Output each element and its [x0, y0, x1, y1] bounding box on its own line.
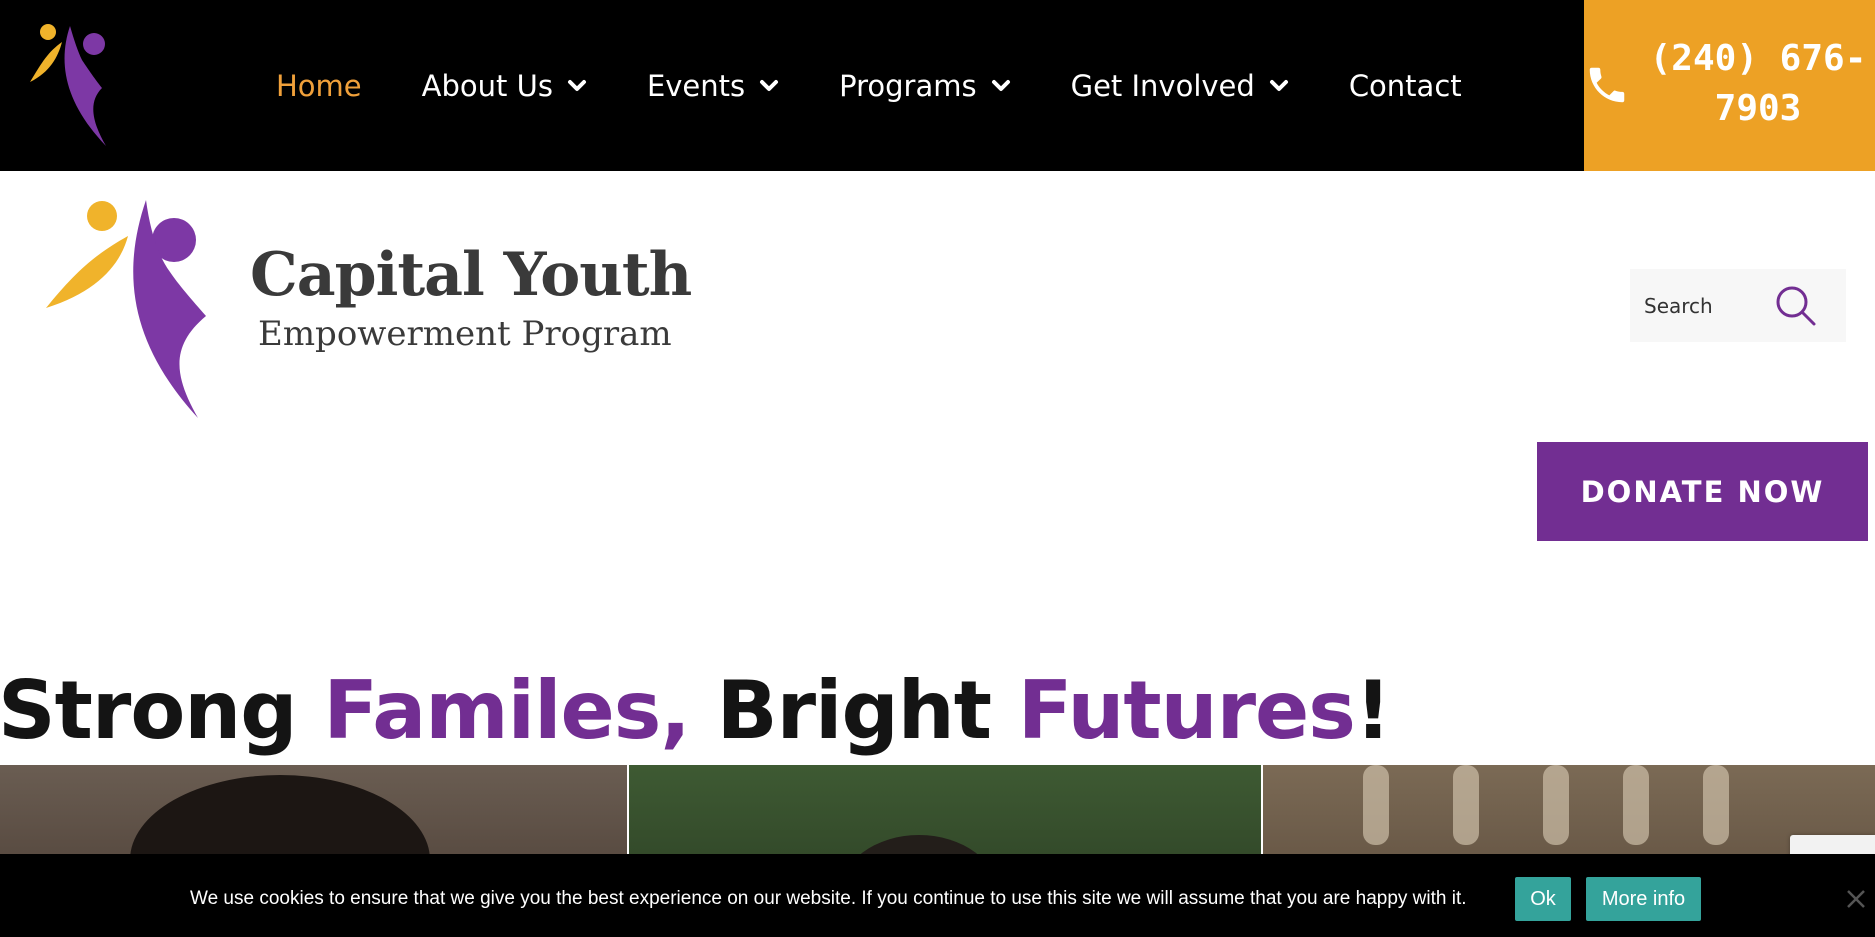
nav-get-involved-label: Get Involved: [1070, 68, 1255, 103]
nav-about-us-label: About Us: [421, 68, 553, 103]
headline-part-highlight: Familes,: [323, 664, 690, 757]
close-icon[interactable]: [1845, 888, 1867, 910]
brand-subtitle: Empowerment Program: [258, 314, 672, 354]
chevron-down-icon: [1269, 79, 1288, 91]
search-icon[interactable]: [1774, 284, 1818, 328]
chevron-down-icon: [760, 79, 779, 91]
phone-number[interactable]: (240) 676-7903: [1642, 34, 1874, 134]
nav-contact-label: Contact: [1348, 68, 1462, 103]
cookie-consent-bar: We use cookies to ensure that we give yo…: [0, 854, 1875, 937]
nav-events[interactable]: Events: [647, 69, 779, 103]
nav-programs-label: Programs: [839, 68, 977, 103]
brand-name: Capital Youth: [250, 240, 692, 310]
nav-home[interactable]: Home: [276, 69, 362, 103]
nav-get-involved[interactable]: Get Involved: [1071, 69, 1289, 103]
search-input[interactable]: [1630, 269, 1780, 342]
main-nav: Home About Us Events Programs Get Involv…: [276, 0, 1522, 171]
chevron-down-icon: [991, 79, 1010, 91]
nav-events-label: Events: [646, 68, 746, 103]
cookie-ok-button[interactable]: Ok: [1515, 877, 1571, 921]
headline-part-highlight: Futures: [1017, 664, 1356, 757]
hero-headline: Strong Familes, Bright Futures!: [0, 664, 1391, 757]
top-nav-bar: Home About Us Events Programs Get Involv…: [0, 0, 1875, 171]
nav-home-label: Home: [276, 68, 362, 103]
site-logo-small[interactable]: [28, 22, 122, 146]
nav-about-us[interactable]: About Us: [422, 69, 587, 103]
headline-part: Strong: [0, 664, 324, 757]
phone-callout[interactable]: (240) 676-7903: [1584, 0, 1875, 171]
phone-icon: [1589, 67, 1625, 103]
nav-contact[interactable]: Contact: [1349, 69, 1462, 103]
headline-part: !: [1354, 664, 1391, 757]
nav-programs[interactable]: Programs: [839, 69, 1010, 103]
donate-now-button[interactable]: DONATE NOW: [1537, 442, 1868, 541]
cookie-message: We use cookies to ensure that we give yo…: [190, 888, 1467, 909]
cookie-more-info-button[interactable]: More info: [1586, 877, 1701, 921]
site-logo[interactable]: [42, 196, 222, 418]
headline-part: Bright: [689, 664, 1018, 757]
chevron-down-icon: [567, 79, 586, 91]
